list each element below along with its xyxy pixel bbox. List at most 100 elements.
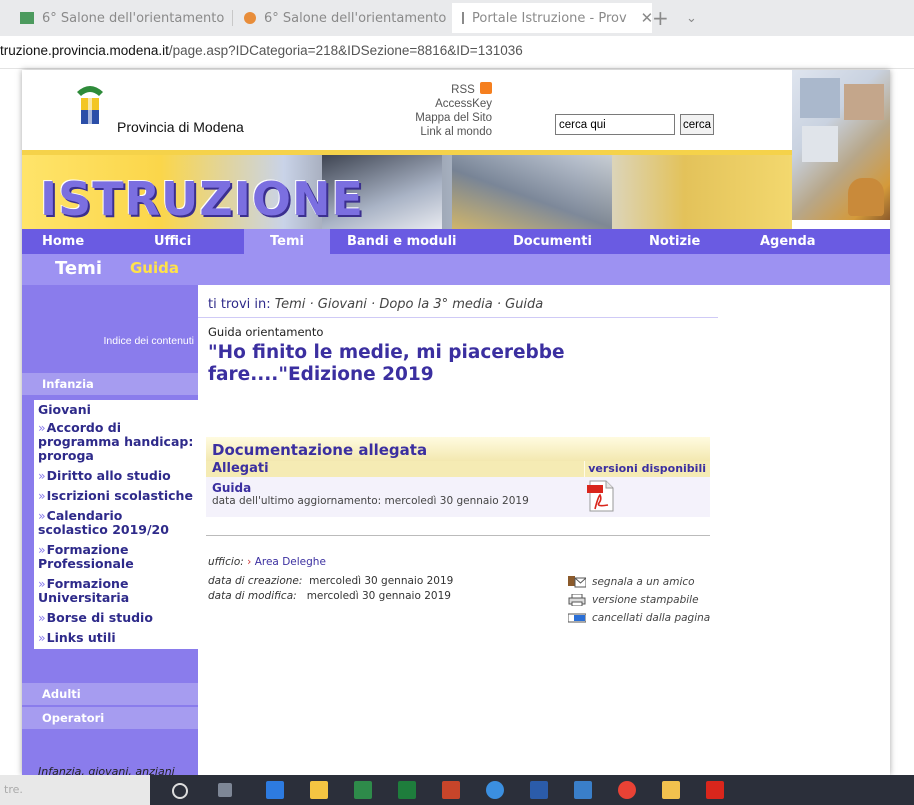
url-text[interactable]: truzione.provincia.modena.it/page.asp?ID…	[0, 43, 523, 58]
sidebar-list: Giovani »Accordo di programma handicap: …	[34, 400, 198, 649]
sidebar-item-borse[interactable]: »Borse di studio	[34, 609, 198, 629]
taskbar-left-text: tre.	[4, 783, 23, 796]
sidebar-header-operatori[interactable]: Operatori	[22, 707, 198, 729]
browser-tab-2[interactable]: 6° Salone dell'orientamento	[244, 3, 446, 33]
browser-tab-1[interactable]: 6° Salone dell'orientamento	[20, 3, 224, 33]
tab-list-button[interactable]: ⌄	[686, 3, 697, 33]
site-header: Provincia di Modena RSS AccessKey Mappa …	[22, 70, 890, 150]
spreadsheet-icon	[20, 12, 34, 24]
column-divider	[584, 461, 585, 477]
sitemap-link[interactable]: Mappa del Sito	[382, 111, 492, 125]
sidebar-item-label: Borse di studio	[46, 610, 153, 625]
rss-link[interactable]: RSS	[382, 82, 492, 97]
page-title: "Ho finito le medie, mi piacerebbe fare.…	[208, 342, 565, 385]
browser-tab-active[interactable]: Portale Istruzione - Prov ✕	[452, 3, 653, 33]
windows-taskbar: tre.	[0, 775, 914, 805]
sidebar: Indice dei contenuti Infanzia Giovani »A…	[22, 285, 198, 775]
address-bar[interactable]: truzione.provincia.modena.it/page.asp?ID…	[0, 36, 914, 69]
world-link[interactable]: Link al mondo	[382, 125, 492, 139]
sidebar-header-adulti[interactable]: Adulti	[22, 683, 198, 705]
unsubscribe-link[interactable]: cancellati dalla pagina	[568, 609, 710, 627]
toggle-icon	[568, 613, 586, 623]
sidebar-header-infanzia[interactable]: Infanzia	[22, 373, 198, 395]
attachment-date: data dell'ultimo aggiornamento: mercoled…	[212, 495, 529, 507]
nav-home[interactable]: Home	[42, 229, 84, 254]
header-collage-image	[792, 70, 890, 220]
main-content: ti trovi in: Temi · Giovani · Dopo la 3°…	[198, 285, 890, 775]
arrow-icon: »	[38, 610, 46, 625]
sidebar-item-label: Formazione Professionale	[38, 542, 134, 571]
sidebar-item-label: Diritto allo studio	[46, 468, 171, 483]
page-actions: segnala a un amico versione stampabile c…	[568, 573, 710, 627]
nav-documenti[interactable]: Documenti	[513, 229, 592, 254]
excel-icon[interactable]	[398, 781, 416, 799]
printer-icon	[568, 594, 586, 606]
office-link[interactable]: Area Deleghe	[255, 556, 326, 568]
plus-icon: +	[652, 6, 669, 30]
cortana-icon[interactable]	[172, 783, 188, 799]
app-icon[interactable]	[574, 781, 592, 799]
file-explorer-icon[interactable]	[662, 781, 680, 799]
search-button[interactable]: cerca	[680, 114, 714, 135]
nav-bandi[interactable]: Bandi e moduli	[347, 229, 457, 254]
ie-icon[interactable]	[486, 781, 504, 799]
acrobat-icon[interactable]	[706, 781, 724, 799]
share-friend-link[interactable]: segnala a un amico	[568, 573, 710, 591]
section-divider	[206, 535, 710, 536]
sidebar-item-formazione-prof[interactable]: »Formazione Professionale	[34, 541, 198, 575]
main-nav: Home Uffici Temi Bandi e moduli Document…	[22, 229, 890, 254]
firefox-icon	[244, 12, 256, 24]
share-friend-label: segnala a un amico	[592, 576, 695, 588]
task-view-icon[interactable]	[218, 783, 232, 797]
attachments-box: Documentazione allegata Allegati version…	[206, 437, 710, 517]
provincia-logo-icon[interactable]	[73, 82, 107, 128]
breadcrumb-path[interactable]: Temi · Giovani · Dopo la 3° media · Guid…	[275, 297, 544, 312]
arrow-icon: »	[38, 468, 46, 483]
page-meta: ufficio: › Area Deleghe data di creazion…	[208, 555, 453, 604]
sidebar-item-label: Formazione Universitaria	[38, 576, 130, 605]
search-input[interactable]	[555, 114, 675, 135]
nav-uffici[interactable]: Uffici	[154, 229, 191, 254]
mail-friend-icon	[568, 576, 586, 588]
word-icon[interactable]	[530, 781, 548, 799]
attachments-col-right: versioni disponibili	[588, 462, 706, 475]
sidebar-item-iscrizioni[interactable]: »Iscrizioni scolastiche	[34, 487, 198, 507]
nav-agenda[interactable]: Agenda	[760, 229, 816, 254]
new-tab-button[interactable]: +	[652, 3, 669, 33]
sidebar-item-accordo[interactable]: »Accordo di programma handicap: proroga	[34, 419, 198, 467]
powerpoint-icon[interactable]	[442, 781, 460, 799]
edge-icon[interactable]	[266, 781, 284, 799]
pdf-icon[interactable]	[586, 479, 616, 513]
sidebar-group-giovani[interactable]: Giovani	[34, 400, 198, 419]
taskbar-search-area[interactable]: tre.	[0, 775, 150, 805]
chevron-down-icon: ⌄	[686, 10, 697, 26]
sidebar-item-formazione-univ[interactable]: »Formazione Universitaria	[34, 575, 198, 609]
arrow-icon: »	[38, 488, 46, 503]
subsection-title: Guida	[130, 259, 179, 277]
tab-separator	[232, 10, 233, 26]
article-kicker: Guida orientamento	[208, 325, 324, 339]
print-version-link[interactable]: versione stampabile	[568, 591, 710, 609]
org-name[interactable]: Provincia di Modena	[117, 119, 244, 135]
sidebar-item-links[interactable]: »Links utili	[34, 629, 198, 649]
arrow-icon: »	[38, 630, 46, 645]
arrow-icon: »	[38, 420, 46, 435]
sidebar-item-calendario[interactable]: »Calendario scolastico 2019/20	[34, 507, 198, 541]
arrow-icon: »	[38, 576, 46, 591]
chrome-icon[interactable]	[618, 781, 636, 799]
nav-temi[interactable]: Temi	[244, 229, 330, 254]
nav-notizie[interactable]: Notizie	[649, 229, 700, 254]
section-title: Temi	[55, 258, 103, 279]
sidebar-item-diritto[interactable]: »Diritto allo studio	[34, 467, 198, 487]
content-index-link[interactable]: Indice dei contenuti	[104, 335, 194, 347]
print-version-label: versione stampabile	[592, 594, 699, 606]
arrow-icon: »	[38, 542, 46, 557]
accesskey-link[interactable]: AccessKey	[382, 97, 492, 111]
spreadsheet-app-icon[interactable]	[354, 781, 372, 799]
breadcrumb-divider	[198, 317, 718, 318]
store-icon[interactable]	[310, 781, 328, 799]
modified-label: data di modifica:	[208, 590, 297, 602]
url-host: truzione.provincia.modena.it	[0, 43, 169, 58]
attachment-link[interactable]: Guida	[212, 481, 251, 495]
tab-label: Portale Istruzione - Prov	[472, 10, 627, 26]
